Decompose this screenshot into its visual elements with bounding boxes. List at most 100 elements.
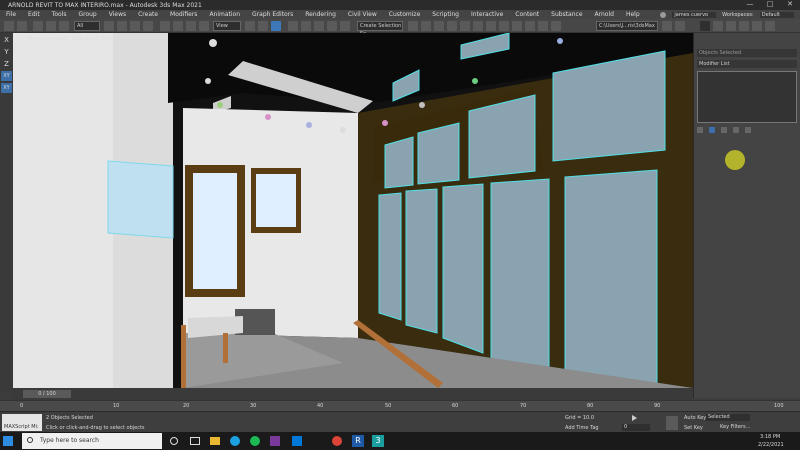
project-path[interactable]: C:\Users\J...ris\3dsMax	[596, 21, 658, 31]
angle-snap-icon[interactable]	[301, 21, 311, 31]
menu-tools[interactable]: Tools	[46, 11, 73, 18]
hierarchy-tab-icon[interactable]	[726, 21, 736, 31]
undo-icon[interactable]	[4, 21, 14, 31]
edit-named-selections-icon[interactable]	[340, 21, 350, 31]
current-frame-field[interactable]: 0	[622, 424, 650, 431]
auto-key-button[interactable]: Auto Key	[684, 415, 706, 421]
windows-store-icon[interactable]	[292, 436, 302, 446]
layer-explorer-icon[interactable]	[434, 21, 444, 31]
spotify-icon[interactable]	[250, 436, 260, 446]
music-app-icon[interactable]	[270, 436, 280, 446]
select-manipulate-icon[interactable]	[258, 21, 268, 31]
menu-customize[interactable]: Customize	[383, 11, 427, 18]
revit-icon[interactable]: R	[352, 435, 364, 447]
user-name[interactable]: james cuervo	[672, 11, 717, 18]
selection-filter-dropdown[interactable]: All	[74, 21, 100, 31]
percent-snap-icon[interactable]	[314, 21, 324, 31]
rotate-icon[interactable]	[173, 21, 183, 31]
time-slider[interactable]: 0 / 100	[13, 388, 693, 400]
menu-graph-editors[interactable]: Graph Editors	[246, 11, 299, 18]
file-explorer-icon[interactable]	[210, 437, 220, 445]
menu-content[interactable]: Content	[509, 11, 545, 18]
axis-y-button[interactable]: Y	[1, 47, 12, 57]
track-bar[interactable]: 0 10 20 30 40 50 60 70 80 90 100	[0, 400, 800, 411]
spinner-snap-icon[interactable]	[327, 21, 337, 31]
set-key-button[interactable]: Set Key	[684, 425, 703, 431]
bind-space-warp-icon[interactable]	[59, 21, 69, 31]
set-key-icon[interactable]	[666, 416, 678, 430]
menu-edit[interactable]: Edit	[22, 11, 46, 18]
pin-stack-icon[interactable]	[697, 127, 703, 133]
open-folder-icon[interactable]	[675, 21, 685, 31]
menu-animation[interactable]: Animation	[203, 11, 246, 18]
menu-help[interactable]: Help	[620, 11, 646, 18]
close-button[interactable]: ✕	[780, 0, 800, 8]
menu-interactive[interactable]: Interactive	[465, 11, 509, 18]
key-mode-dropdown[interactable]: Selected	[706, 414, 750, 421]
make-unique-icon[interactable]	[721, 127, 727, 133]
windows-start-icon[interactable]	[3, 436, 13, 446]
create-tab-icon[interactable]	[700, 21, 710, 31]
align-icon[interactable]	[421, 21, 431, 31]
select-object-icon[interactable]	[104, 21, 114, 31]
maxscript-listener[interactable]: MAXScript Mi:	[2, 414, 42, 431]
time-slider-thumb[interactable]: 0 / 100	[23, 390, 71, 398]
selection-region-icon[interactable]	[130, 21, 140, 31]
place-icon[interactable]	[199, 21, 209, 31]
minimize-button[interactable]: —	[740, 0, 760, 8]
menu-file[interactable]: File	[0, 11, 22, 18]
render-in-cloud-icon[interactable]	[538, 21, 548, 31]
axis-xy-button[interactable]: XY	[1, 71, 12, 81]
render-icon[interactable]	[525, 21, 535, 31]
toggle-ribbon-icon[interactable]	[447, 21, 457, 31]
menu-group[interactable]: Group	[72, 11, 102, 18]
perspective-viewport[interactable]	[13, 33, 693, 388]
viewport-label[interactable]: [+] [PhysCamera001] [Standard] [Default …	[16, 36, 144, 42]
maximize-button[interactable]: □	[760, 0, 780, 8]
display-tab-icon[interactable]	[752, 21, 762, 31]
menu-modifiers[interactable]: Modifiers	[164, 11, 203, 18]
3dsmax-icon[interactable]: 3	[372, 435, 384, 447]
rendered-frame-icon[interactable]	[512, 21, 522, 31]
curve-editor-icon[interactable]	[460, 21, 470, 31]
mirror-icon[interactable]	[408, 21, 418, 31]
render-setup-icon[interactable]	[499, 21, 509, 31]
menu-civil-view[interactable]: Civil View	[342, 11, 383, 18]
menu-arnold[interactable]: Arnold	[589, 11, 620, 18]
material-editor-icon[interactable]	[486, 21, 496, 31]
configure-modifier-sets-icon[interactable]	[745, 127, 751, 133]
chrome-icon[interactable]	[332, 436, 342, 446]
key-filters-button[interactable]: Key Filters...	[720, 424, 750, 430]
move-icon[interactable]	[160, 21, 170, 31]
modify-tab-icon[interactable]	[713, 21, 723, 31]
a360-gallery-icon[interactable]	[551, 21, 561, 31]
cortana-icon[interactable]	[170, 437, 178, 445]
clock-date[interactable]: 2/22/2021	[758, 442, 784, 448]
menu-scripting[interactable]: Scripting	[426, 11, 465, 18]
snaps-toggle-icon[interactable]	[288, 21, 298, 31]
project-folder-icon[interactable]	[662, 21, 672, 31]
axis-x-button[interactable]: X	[1, 35, 12, 45]
utilities-tab-icon[interactable]	[765, 21, 775, 31]
menu-views[interactable]: Views	[103, 11, 132, 18]
taskbar-search[interactable]: Type here to search	[22, 433, 162, 449]
menu-substance[interactable]: Substance	[545, 11, 588, 18]
modifier-list-dropdown[interactable]: Modifier List	[697, 60, 797, 68]
redo-icon[interactable]	[17, 21, 27, 31]
remove-modifier-icon[interactable]	[733, 127, 739, 133]
unlink-icon[interactable]	[46, 21, 56, 31]
workspace-dropdown[interactable]: Default	[759, 11, 794, 18]
menu-create[interactable]: Create	[132, 11, 164, 18]
reference-coord-dropdown[interactable]: View	[213, 21, 241, 31]
schematic-view-icon[interactable]	[473, 21, 483, 31]
scale-icon[interactable]	[186, 21, 196, 31]
add-time-tag-button[interactable]: Add Time Tag	[565, 425, 599, 431]
link-icon[interactable]	[33, 21, 43, 31]
task-view-icon[interactable]	[190, 437, 200, 445]
axis-z-button[interactable]: Z	[1, 59, 12, 69]
named-selection-dropdown[interactable]: Create Selection Se	[357, 21, 403, 37]
keyboard-shortcut-icon[interactable]	[271, 21, 281, 31]
menu-rendering[interactable]: Rendering	[299, 11, 342, 18]
pivot-icon[interactable]	[245, 21, 255, 31]
window-crossing-icon[interactable]	[143, 21, 153, 31]
